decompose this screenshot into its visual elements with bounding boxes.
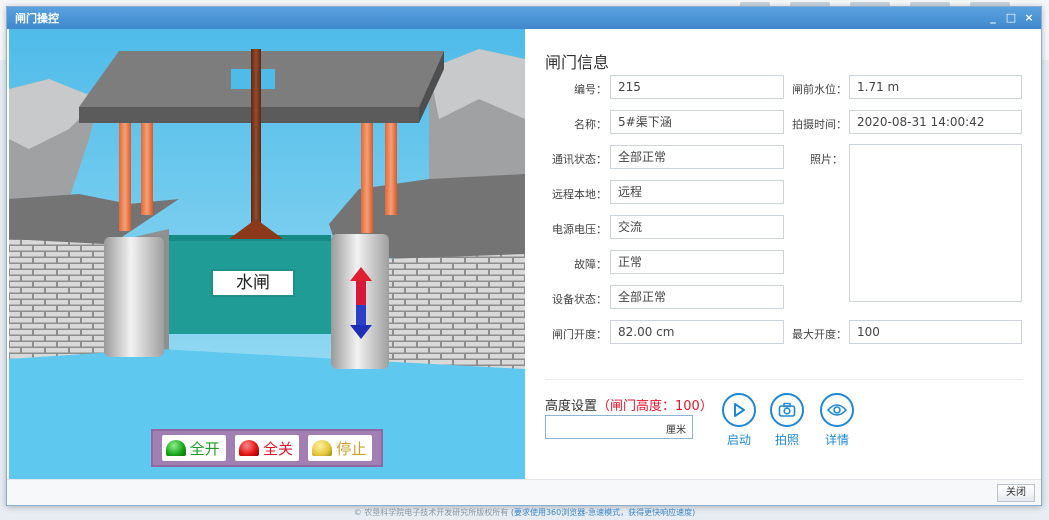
height-setting-label: 高度设置（闸门高度：100） [545,395,713,414]
stop-label: 停止 [336,439,367,458]
height-setting-title: 高度设置 [545,399,598,414]
capture-time-field[interactable]: 2020-08-31 14:00:42 [849,110,1022,134]
dialog-footer: 关闭 [7,479,1041,505]
height-input[interactable]: 厘米 [545,415,693,439]
id-field[interactable]: 215 [610,75,784,99]
close-button[interactable]: 关闭 [997,484,1035,502]
name-label: 名称： [574,118,607,131]
maximize-icon[interactable]: □ [1005,11,1017,25]
photo-label: 拍照 [774,433,799,447]
gate-scene: 水闸 全开 全关 停止 [9,29,525,481]
eye-icon [820,393,854,427]
device-status-field[interactable]: 全部正常 [610,285,784,309]
green-light-icon [165,440,186,456]
detail-label: 详情 [824,433,849,447]
max-opening-label: 最大开度： [792,328,847,341]
gate-opening-label: 闸门开度： [552,328,607,341]
photo-box[interactable] [849,144,1022,302]
water-level-label: 闸前水位： [792,83,847,96]
comm-status-label: 通讯状态： [552,153,607,166]
gate-control-dialog: 闸门操控 _ □ × 水闸 全开 全关 停止 闸门信息 编号： 215 闸前水位… [6,6,1042,506]
open-all-label: 全开 [189,439,220,458]
open-all-button[interactable]: 全开 [161,435,226,461]
close-icon[interactable]: × [1023,11,1035,25]
close-all-button[interactable]: 全关 [234,435,299,461]
dialog-titlebar[interactable]: 闸门操控 _ □ × [7,7,1041,29]
height-unit: 厘米 [666,425,686,436]
gate-info-panel: 闸门信息 编号： 215 闸前水位： 1.71 m 名称： 5#渠下涵 拍摄时间… [537,29,1037,481]
copyright-text: © 农垦科学院电子技术开发研究所版权所有 [353,508,509,517]
gate-label: 水闸 [211,269,295,297]
remote-local-label: 远程本地： [552,188,607,201]
yellow-light-icon [312,440,333,456]
dialog-title: 闸门操控 [15,12,59,25]
camera-icon [770,393,804,427]
start-label: 启动 [726,433,751,447]
fault-label: 故障： [574,258,607,271]
start-button[interactable]: 启动 [715,393,763,448]
stop-button[interactable]: 停止 [308,435,373,461]
capture-time-label: 拍摄时间： [792,118,847,131]
device-status-label: 设备状态： [552,293,607,306]
red-light-icon [238,440,259,456]
copyright-line: © 农垦科学院电子技术开发研究所版权所有 (要求使用360浏览器-急速模式，获得… [0,507,1049,518]
fault-field[interactable]: 正常 [610,250,784,274]
comm-status-field[interactable]: 全部正常 [610,145,784,169]
id-label: 编号： [574,83,607,96]
gate-opening-field[interactable]: 82.00 cm [610,320,784,344]
power-voltage-label: 电源电压： [552,223,607,236]
section-divider [545,379,1023,380]
gate-height-hint: （闸门高度：100） [597,399,713,414]
photo-button[interactable]: 拍照 [763,393,811,448]
browser-note: (要求使用360浏览器-急速模式，获得更快响应速度) [510,508,696,517]
panel-title: 闸门信息 [545,53,610,72]
photo-label: 照片： [810,153,843,166]
close-all-label: 全关 [262,439,293,458]
max-opening-field[interactable]: 100 [849,320,1022,344]
play-icon [722,393,756,427]
name-field[interactable]: 5#渠下涵 [610,110,784,134]
water-level-field[interactable]: 1.71 m [849,75,1022,99]
detail-button[interactable]: 详情 [813,393,861,448]
power-voltage-field[interactable]: 交流 [610,215,784,239]
gate-control-bar: 全开 全关 停止 [151,429,383,467]
remote-local-field[interactable]: 远程 [610,180,784,204]
gate-illustration [9,29,525,481]
minimize-icon[interactable]: _ [987,11,999,25]
